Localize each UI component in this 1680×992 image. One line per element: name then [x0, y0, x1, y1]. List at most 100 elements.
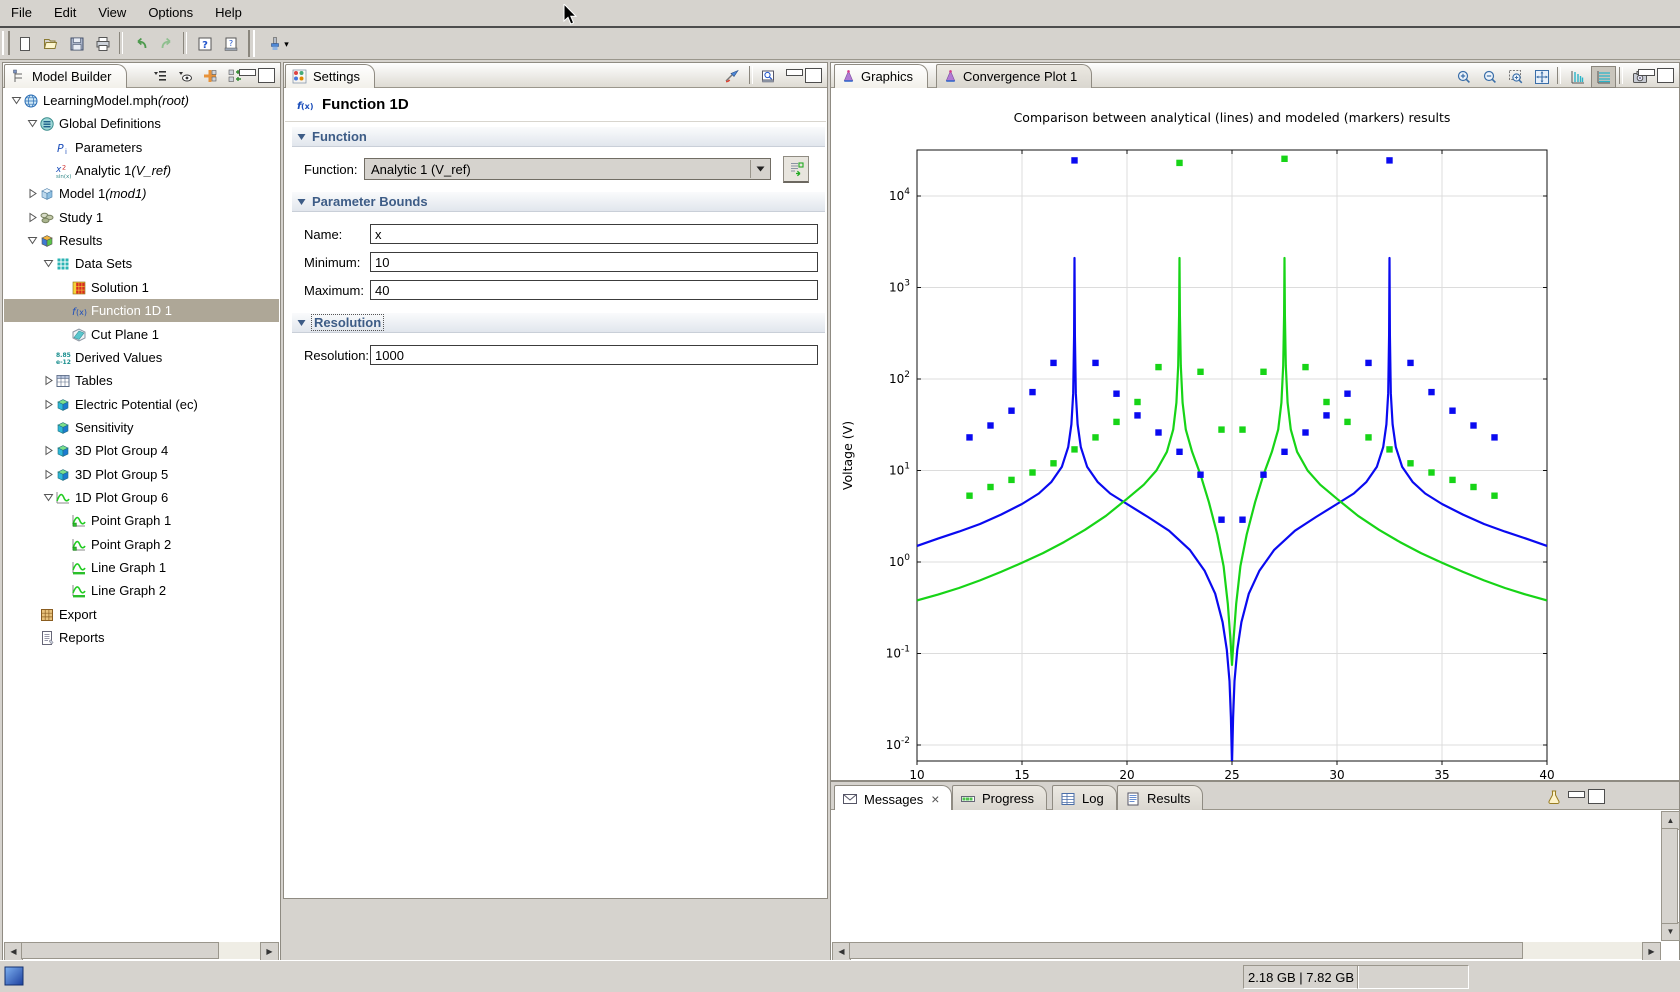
maximize-button[interactable] — [1657, 68, 1674, 83]
collapse-all-icon[interactable] — [151, 67, 169, 84]
tree-item-tables[interactable]: Tables — [4, 369, 279, 392]
function-select[interactable]: Analytic 1 (V_ref) — [364, 158, 771, 180]
scroll-right-icon[interactable]: ▶ — [1642, 942, 1661, 961]
collapsed-arrow-icon[interactable] — [42, 444, 55, 457]
tree-item-global-definitions[interactable]: Global Definitions — [4, 112, 279, 135]
minimize-button[interactable] — [1638, 69, 1655, 76]
tree-item-sensitivity[interactable]: Sensitivity — [4, 416, 279, 439]
section-header-parameter-bounds[interactable]: Parameter Bounds — [292, 191, 825, 212]
messages-h-scrollbar[interactable]: ◀ ▶ — [832, 942, 1661, 959]
tree-h-scrollbar[interactable]: ◀ ▶ — [4, 942, 279, 959]
grid-toggle-button[interactable] — [1591, 66, 1616, 88]
create-plot-button[interactable] — [783, 156, 809, 183]
tree-item-analytic-1[interactable]: x2sin(x)Analytic 1 (V_ref) — [4, 159, 279, 182]
plot-canvas[interactable]: Comparison between analytical (lines) an… — [832, 88, 1678, 779]
tab-graphics[interactable]: Graphics — [834, 64, 928, 88]
chevron-down-icon[interactable] — [750, 160, 770, 178]
maximize-button[interactable] — [258, 68, 275, 83]
menu-item-file[interactable]: File — [0, 0, 43, 24]
minimum-field[interactable] — [370, 252, 818, 272]
tab-progress[interactable]: Progress — [952, 785, 1047, 811]
tree-item-solution-1[interactable]: Solution 1 — [4, 276, 279, 299]
section-header-function[interactable]: Function — [292, 126, 825, 147]
expanded-arrow-icon[interactable] — [42, 491, 55, 504]
toolbar-grip[interactable] — [2, 31, 10, 55]
maximum-field[interactable] — [370, 280, 818, 300]
maximize-button[interactable] — [1588, 789, 1605, 804]
plot-brush-icon[interactable] — [723, 67, 741, 84]
collapsed-arrow-icon[interactable] — [26, 187, 39, 200]
dropdown-arrow-icon[interactable]: ▾ — [284, 39, 289, 50]
save-button[interactable] — [64, 31, 90, 57]
brush-button[interactable]: ▾ — [260, 31, 296, 57]
tree-item-point-graph-1[interactable]: Point Graph 1 — [4, 509, 279, 532]
tree-item-line-graph-1[interactable]: Line Graph 1 — [4, 556, 279, 579]
preview-icon[interactable] — [759, 67, 777, 84]
expanded-arrow-icon[interactable] — [42, 257, 55, 270]
tab-messages[interactable]: Messages× — [834, 785, 952, 812]
collapsed-arrow-icon[interactable] — [42, 374, 55, 387]
tree-item-3d-plot-group-5[interactable]: 3D Plot Group 5 — [4, 463, 279, 486]
expanded-arrow-icon[interactable] — [10, 94, 23, 107]
new-file-button[interactable] — [12, 31, 38, 57]
resolution-field[interactable] — [370, 345, 818, 365]
zoom-out-button[interactable] — [1477, 66, 1502, 88]
zoom-extents-button[interactable] — [1529, 66, 1554, 88]
tree-item-data-sets[interactable]: Data Sets — [4, 252, 279, 275]
tree-item-electric-potential-ec-[interactable]: Electric Potential (ec) — [4, 393, 279, 416]
undo-button[interactable] — [128, 31, 154, 57]
menu-item-edit[interactable]: Edit — [43, 0, 87, 24]
scroll-down-icon[interactable]: ▼ — [1661, 922, 1680, 941]
collapsed-arrow-icon[interactable] — [42, 468, 55, 481]
expanded-arrow-icon[interactable] — [26, 117, 39, 130]
scroll-thumb[interactable] — [21, 942, 219, 959]
tree-item-reports[interactable]: Reports — [4, 626, 279, 649]
expand-tree-icon[interactable] — [201, 67, 219, 84]
help-doc-button[interactable]: ? — [218, 31, 244, 57]
tree-item-model-1[interactable]: Model 1 (mod1) — [4, 182, 279, 205]
tree-item-export[interactable]: Export — [4, 603, 279, 626]
scroll-thumb[interactable] — [849, 942, 1523, 959]
tree-item-parameters[interactable]: PiParameters — [4, 136, 279, 159]
tree-item-point-graph-2[interactable]: Point Graph 2 — [4, 533, 279, 556]
zoom-box-button[interactable] — [1503, 66, 1528, 88]
scroll-right-icon[interactable]: ▶ — [260, 942, 279, 961]
y-log-axis-button[interactable] — [1565, 66, 1590, 88]
open-button[interactable] — [38, 31, 64, 57]
maximize-button[interactable] — [805, 68, 822, 83]
tree-item-line-graph-2[interactable]: Line Graph 2 — [4, 579, 279, 602]
tree-item-1d-plot-group-6[interactable]: 1D Plot Group 6 — [4, 486, 279, 509]
tree-item-cut-plane-1[interactable]: Cut Plane 1 — [4, 323, 279, 346]
tab-convergence-plot-1[interactable]: Convergence Plot 1 — [936, 64, 1092, 88]
tab-log[interactable]: Log — [1052, 785, 1117, 811]
name-field[interactable] — [370, 224, 818, 244]
minimize-button[interactable] — [786, 69, 803, 76]
flask-icon[interactable] — [1545, 788, 1563, 805]
show-hide-icon[interactable] — [176, 67, 194, 84]
messages-v-scrollbar[interactable]: ▲ ▼ — [1661, 811, 1678, 941]
tree-item-derived-values[interactable]: 8.85e-12Derived Values — [4, 346, 279, 369]
scroll-thumb[interactable] — [1661, 828, 1678, 924]
menu-item-options[interactable]: Options — [137, 0, 204, 24]
close-icon[interactable]: × — [931, 791, 939, 807]
menu-item-help[interactable]: Help — [204, 0, 253, 24]
tree-item-3d-plot-group-4[interactable]: 3D Plot Group 4 — [4, 439, 279, 462]
collapsed-arrow-icon[interactable] — [26, 211, 39, 224]
menu-item-view[interactable]: View — [87, 0, 137, 24]
minimize-button[interactable] — [1568, 791, 1585, 798]
tree-item-results[interactable]: Results — [4, 229, 279, 252]
help-button[interactable]: ? — [192, 31, 218, 57]
tree-item-function-1d-1[interactable]: f(x)Function 1D 1 — [4, 299, 279, 322]
collapsed-arrow-icon[interactable] — [42, 398, 55, 411]
tree-item-study-1[interactable]: Study 1 — [4, 206, 279, 229]
settings-tab[interactable]: Settings — [285, 64, 375, 88]
expanded-arrow-icon[interactable] — [26, 234, 39, 247]
section-header-resolution[interactable]: Resolution — [292, 312, 825, 333]
tree-item-learningmodel-mph[interactable]: LearningModel.mph (root) — [4, 89, 279, 112]
model-builder-tab[interactable]: Model Builder — [4, 64, 127, 88]
tab-results[interactable]: Results — [1117, 785, 1203, 811]
redo-button[interactable] — [154, 31, 180, 57]
minimize-button[interactable] — [239, 69, 256, 76]
zoom-in-button[interactable] — [1451, 66, 1476, 88]
print-button[interactable] — [90, 31, 116, 57]
